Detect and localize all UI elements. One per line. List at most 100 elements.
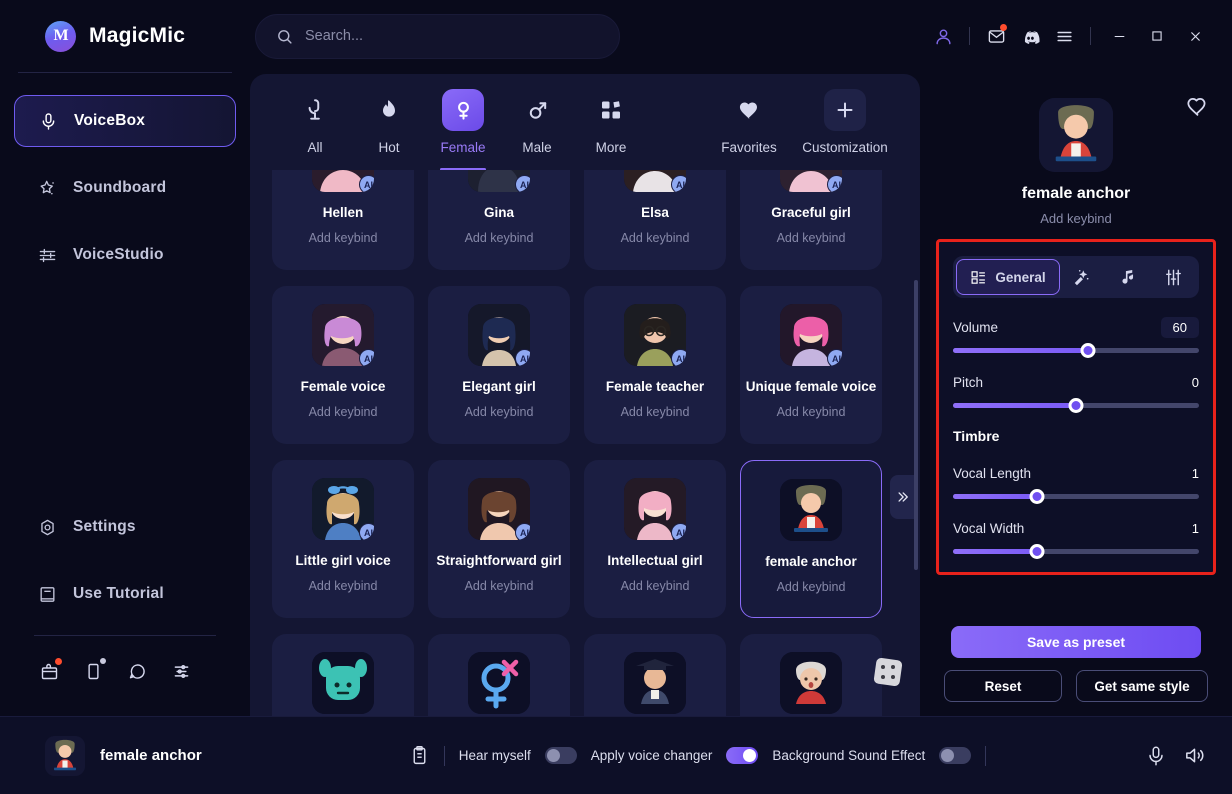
voice-card[interactable]: AI Elegant girl Add keybind bbox=[428, 286, 570, 444]
apply-voice-changer-label: Apply voice changer bbox=[590, 748, 713, 763]
slider-volume: Volume 60 bbox=[953, 316, 1199, 358]
sidebar-item-settings[interactable]: Settings bbox=[14, 501, 236, 553]
voice-card-selected[interactable]: female anchor Add keybind bbox=[740, 460, 882, 618]
random-voice-button[interactable] bbox=[872, 656, 904, 688]
voice-card[interactable]: AI Female teacher Add keybind bbox=[584, 286, 726, 444]
search-input[interactable] bbox=[305, 28, 599, 44]
category-tab-all[interactable]: All bbox=[278, 89, 352, 155]
voice-card[interactable]: AI Intellectual girl Add keybind bbox=[584, 460, 726, 618]
current-voice[interactable]: female anchor bbox=[0, 735, 250, 776]
add-keybind[interactable]: Add keybind bbox=[465, 231, 534, 245]
category-tab-female[interactable]: Female bbox=[426, 89, 500, 155]
voice-name: Female voice bbox=[300, 379, 386, 394]
discord-icon[interactable] bbox=[1013, 19, 1047, 53]
background-sound-effect-toggle[interactable] bbox=[939, 747, 972, 764]
add-keybind[interactable]: Add keybind bbox=[777, 231, 846, 245]
sidebar-item-voicestudio[interactable]: VoiceStudio bbox=[14, 229, 236, 281]
avatar bbox=[624, 652, 686, 714]
voice-card[interactable]: AI Hellen Add keybind bbox=[272, 170, 414, 270]
mobile-icon[interactable] bbox=[76, 654, 110, 688]
voice-name: Little girl voice bbox=[295, 553, 391, 568]
voice-card[interactable]: AI Female voice Add keybind bbox=[272, 286, 414, 444]
microphone-icon[interactable] bbox=[1145, 745, 1167, 767]
apply-voice-changer-toggle[interactable] bbox=[726, 747, 759, 764]
tab-equalizer[interactable] bbox=[1151, 259, 1196, 295]
account-icon[interactable] bbox=[926, 19, 960, 53]
maximize-icon[interactable] bbox=[1138, 19, 1176, 53]
share-icon[interactable] bbox=[164, 654, 198, 688]
add-keybind[interactable]: Add keybind bbox=[309, 231, 378, 245]
category-tab-customization[interactable]: Customization bbox=[798, 89, 892, 155]
add-keybind[interactable]: Add keybind bbox=[309, 579, 378, 593]
voice-card[interactable]: AI Unique female voice Add keybind bbox=[740, 286, 882, 444]
ai-badge: AI bbox=[671, 349, 686, 366]
add-keybind[interactable]: Add keybind bbox=[465, 405, 534, 419]
voice-card[interactable]: AI Gina Add keybind bbox=[428, 170, 570, 270]
slider-track[interactable] bbox=[953, 398, 1199, 413]
reset-button[interactable]: Reset bbox=[944, 670, 1062, 702]
get-same-style-button[interactable]: Get same style bbox=[1076, 670, 1208, 702]
menu-icon[interactable] bbox=[1047, 19, 1081, 53]
voice-name: Hellen bbox=[322, 205, 364, 220]
sidebar-item-use-tutorial[interactable]: Use Tutorial bbox=[14, 568, 236, 620]
category-tab-male[interactable]: Male bbox=[500, 89, 574, 155]
bottom-right-icons bbox=[1145, 744, 1232, 767]
tab-music[interactable] bbox=[1105, 259, 1150, 295]
slider-track[interactable] bbox=[953, 489, 1199, 504]
voice-name: Female teacher bbox=[605, 379, 705, 394]
voice-card[interactable]: AI Little girl voice Add keybind bbox=[272, 460, 414, 618]
voice-card[interactable]: AI Straightforward girl Add keybind bbox=[428, 460, 570, 618]
selected-voice-keybind[interactable]: Add keybind bbox=[936, 211, 1216, 226]
category-tab-hot[interactable]: Hot bbox=[352, 89, 426, 155]
category-label: Favorites bbox=[721, 140, 777, 155]
slider-track[interactable] bbox=[953, 544, 1199, 559]
add-keybind[interactable]: Add keybind bbox=[777, 580, 846, 594]
slider-knob[interactable] bbox=[1029, 489, 1045, 504]
voice-grid-scroll[interactable]: AI Hellen Add keybind AI Gina Add keybin… bbox=[250, 170, 920, 716]
add-keybind[interactable]: Add keybind bbox=[777, 405, 846, 419]
add-keybind[interactable]: Add keybind bbox=[621, 231, 690, 245]
sidebar-item-voicebox[interactable]: VoiceBox bbox=[14, 95, 236, 147]
voice-card[interactable]: AI Elsa Add keybind bbox=[584, 170, 726, 270]
hear-myself-toggle[interactable] bbox=[544, 747, 577, 764]
clipboard-icon[interactable] bbox=[409, 745, 430, 766]
add-keybind[interactable]: Add keybind bbox=[621, 405, 690, 419]
minimize-icon[interactable] bbox=[1100, 19, 1138, 53]
mail-icon[interactable] bbox=[979, 19, 1013, 53]
voice-card[interactable] bbox=[740, 634, 882, 716]
add-keybind[interactable]: Add keybind bbox=[465, 579, 534, 593]
gift-icon[interactable] bbox=[32, 654, 66, 688]
search-container bbox=[250, 13, 620, 59]
slider-track[interactable] bbox=[953, 343, 1199, 358]
ai-badge: AI bbox=[827, 349, 842, 366]
chat-icon[interactable] bbox=[120, 654, 154, 688]
save-as-preset-button[interactable]: Save as preset bbox=[951, 626, 1201, 658]
category-tab-favorites[interactable]: Favorites bbox=[712, 89, 786, 155]
slider-knob[interactable] bbox=[1068, 398, 1084, 413]
tab-effects[interactable] bbox=[1060, 259, 1105, 295]
search-bar[interactable] bbox=[255, 13, 620, 59]
avatar: AI bbox=[624, 170, 686, 192]
close-icon[interactable] bbox=[1176, 19, 1214, 53]
tab-general[interactable]: General bbox=[956, 259, 1060, 295]
category-tab-more[interactable]: More bbox=[574, 89, 648, 155]
sidebar-item-soundboard[interactable]: Soundboard bbox=[14, 162, 236, 214]
app-name: MagicMic bbox=[89, 24, 186, 47]
slider-knob[interactable] bbox=[1029, 544, 1045, 559]
ai-badge: AI bbox=[359, 175, 374, 192]
speaker-icon[interactable] bbox=[1183, 744, 1206, 767]
favorite-button[interactable] bbox=[1185, 94, 1210, 124]
voice-card[interactable]: AI Graceful girl Add keybind bbox=[740, 170, 882, 270]
slider-knob[interactable] bbox=[1080, 343, 1096, 358]
add-keybind[interactable]: Add keybind bbox=[621, 579, 690, 593]
add-keybind[interactable]: Add keybind bbox=[309, 405, 378, 419]
background-sound-effect-label: Background Sound Effect bbox=[772, 748, 926, 763]
voice-card[interactable] bbox=[428, 634, 570, 716]
slider-label: Volume bbox=[953, 319, 999, 335]
voice-card[interactable] bbox=[272, 634, 414, 716]
voice-card[interactable] bbox=[584, 634, 726, 716]
dice-icon bbox=[873, 657, 903, 687]
expand-panel-button[interactable] bbox=[890, 475, 914, 519]
category-label: Female bbox=[440, 140, 486, 155]
grid-scrollbar[interactable] bbox=[914, 280, 918, 570]
